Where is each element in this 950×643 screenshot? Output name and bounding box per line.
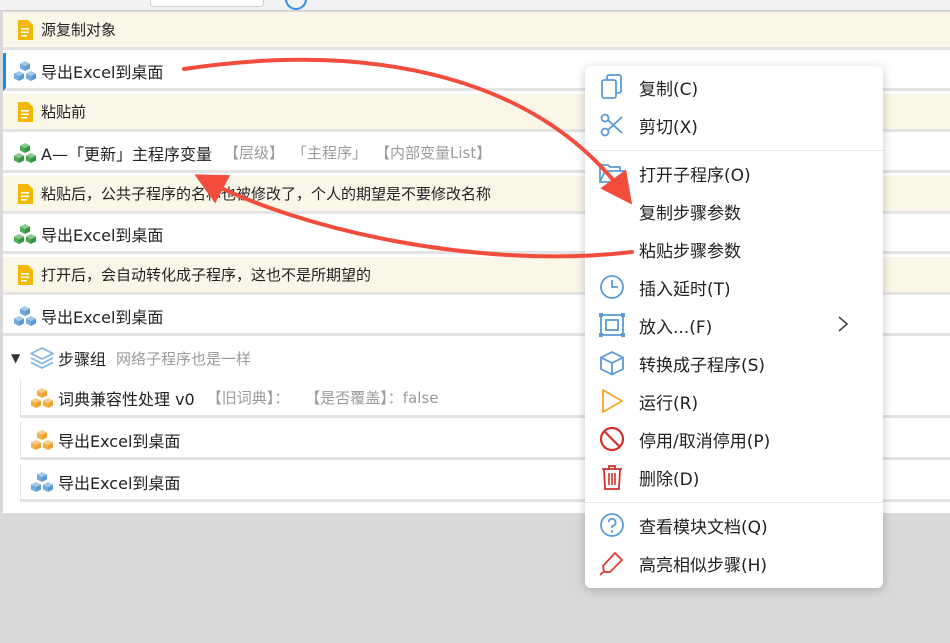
step-param: 【是否覆盖】：false	[305, 389, 439, 407]
menu-item-label: 删除(D)	[639, 469, 700, 490]
menu-item-cut[interactable]: 剪切(X)	[585, 106, 883, 144]
step-label: A—「更新」主程序变量	[41, 144, 212, 164]
step-label: 词典兼容性处理 v0	[58, 389, 195, 409]
toolbar-circle-icon[interactable]	[285, 0, 307, 10]
blue-cubes-icon	[12, 305, 38, 327]
step-param: 【层级】	[223, 144, 284, 162]
menu-item-put-in[interactable]: 放入...(F)	[585, 306, 883, 344]
note-row[interactable]: 源复制对象	[3, 12, 950, 50]
menu-item-label: 运行(R)	[639, 393, 699, 414]
search-box-edge[interactable]	[150, 0, 264, 7]
blank-icon	[598, 197, 626, 225]
cube-icon	[598, 349, 626, 377]
menu-item-open-subprogram[interactable]: 打开子程序(O)	[585, 154, 883, 192]
note-text: 粘贴前	[41, 103, 87, 121]
note-icon	[12, 19, 38, 41]
group-description: 网络子程序也是一样	[116, 349, 252, 368]
green-cubes-icon	[12, 142, 38, 164]
submenu-chevron-icon	[837, 314, 849, 339]
play-icon	[598, 387, 626, 415]
menu-item-label: 查看模块文档(Q)	[639, 517, 768, 538]
note-text: 打开后，会自动转化成子程序，这也不是所期望的	[41, 266, 372, 284]
blue-cubes-icon	[29, 471, 55, 493]
menu-item-label: 复制步骤参数	[639, 203, 741, 224]
menu-item-label: 打开子程序(O)	[639, 165, 751, 186]
scissors-icon	[598, 111, 626, 139]
layers-icon	[29, 347, 55, 369]
menu-item-paste-step-params[interactable]: 粘贴步骤参数	[585, 230, 883, 268]
copy-icon	[598, 73, 626, 101]
menu-item-label: 转换成子程序(S)	[639, 355, 766, 376]
menu-item-label: 复制(C)	[639, 79, 699, 100]
menu-item-insert-delay[interactable]: 插入延时(T)	[585, 268, 883, 306]
step-label: 导出Excel到桌面	[41, 307, 164, 327]
blank-icon	[598, 235, 626, 263]
step-label: 导出Excel到桌面	[41, 225, 164, 245]
orange-cubes-icon	[29, 429, 55, 451]
green-cubes-icon	[12, 223, 38, 245]
group-label: 步骤组	[58, 350, 107, 369]
menu-separator	[585, 150, 883, 151]
menu-item-delete[interactable]: 删除(D)	[585, 458, 883, 496]
menu-item-label: 剪切(X)	[639, 117, 698, 138]
folder-open-icon	[598, 159, 626, 187]
put-in-frame-icon	[598, 311, 626, 339]
note-icon	[12, 183, 38, 205]
toolbar-edge	[0, 0, 950, 11]
step-label: 导出Excel到桌面	[41, 62, 164, 82]
menu-item-label: 粘贴步骤参数	[639, 241, 741, 262]
menu-item-view-docs[interactable]: 查看模块文档(Q)	[585, 506, 883, 544]
highlighter-icon	[598, 549, 626, 577]
orange-cubes-icon	[29, 387, 55, 409]
menu-item-run[interactable]: 运行(R)	[585, 382, 883, 420]
blue-cubes-icon	[12, 60, 38, 82]
note-icon	[12, 264, 38, 286]
menu-item-label: 插入延时(T)	[639, 279, 731, 300]
note-text: 源复制对象	[41, 21, 117, 39]
menu-item-copy[interactable]: 复制(C)	[585, 68, 883, 106]
expand-caret-icon[interactable]: ▼	[11, 351, 23, 365]
step-param: 【内部变量List】	[374, 144, 492, 162]
menu-item-label: 放入...(F)	[639, 317, 713, 338]
menu-item-label: 高亮相似步骤(H)	[639, 555, 768, 576]
menu-item-copy-step-params[interactable]: 复制步骤参数	[585, 192, 883, 230]
step-label: 导出Excel到桌面	[58, 473, 181, 493]
step-param: 【旧词典】：	[206, 389, 290, 407]
step-param: 「主程序」	[291, 144, 367, 162]
trash-icon	[598, 463, 626, 491]
menu-separator	[585, 502, 883, 503]
menu-item-label: 停用/取消停用(P)	[639, 431, 771, 452]
help-icon	[598, 511, 626, 539]
prohibited-icon	[598, 425, 626, 453]
step-label: 导出Excel到桌面	[58, 431, 181, 451]
note-icon	[12, 101, 38, 123]
menu-item-highlight-similar[interactable]: 高亮相似步骤(H)	[585, 544, 883, 582]
menu-item-disable[interactable]: 停用/取消停用(P)	[585, 420, 883, 458]
menu-item-convert-subprogram[interactable]: 转换成子程序(S)	[585, 344, 883, 382]
clock-icon	[598, 273, 626, 301]
note-text: 粘贴后，公共子程序的名称也被修改了，个人的期望是不要修改名称	[41, 185, 492, 203]
context-menu: 复制(C) 剪切(X) 打开子程序(O) 复制步骤参数 粘贴步骤参数 插入延时(…	[585, 66, 883, 588]
